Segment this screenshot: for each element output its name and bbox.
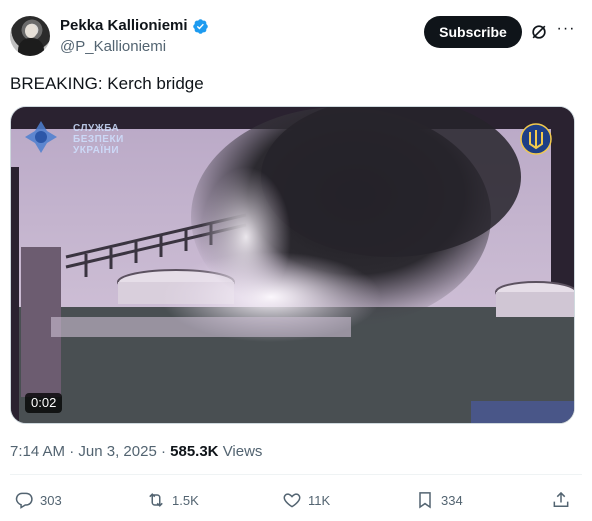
meta-separator: · [160,443,166,460]
reply-icon [15,492,33,509]
repost-icon [149,493,163,507]
watermark-line2: БЕЗПЕКИ [73,134,124,145]
avatar-head [25,24,37,38]
repost-count: 1.5K [172,492,199,508]
views-label: Views [222,443,263,460]
meta-separator: · [69,443,75,460]
watermark-line1: СЛУЖБА [73,123,120,134]
bookmark-icon [419,492,431,509]
share-button[interactable] [551,490,571,510]
video-player[interactable]: СЛУЖБА БЕЗПЕКИ УКРАЇНИ 0:02 [10,106,575,424]
subscribe-button[interactable]: Subscribe [424,16,522,48]
reply-button[interactable]: 303 [14,490,62,510]
bookmark-count: 334 [441,492,463,508]
heart-icon [283,493,301,508]
share-icon [553,491,569,507]
display-name[interactable]: Pekka Kallioniemi [60,16,188,36]
avatar[interactable] [10,16,50,56]
tweet-text: BREAKING: Kerch bridge [10,74,204,93]
more-icon[interactable]: ··· [556,21,576,42]
tweet-time[interactable]: 7:14 AM [10,443,65,460]
tweet-meta: 7:14 AM · Jun 3, 2025 · 585.3K Views [10,442,262,462]
avatar-body [18,38,44,56]
action-bar: 303 1.5K 11K 334 [10,490,582,512]
like-count: 11K [308,492,331,508]
views-count: 585.3K [170,443,219,460]
tweet-date[interactable]: Jun 3, 2025 [78,443,156,460]
video-duration-badge: 0:02 [25,393,63,413]
handle[interactable]: @P_Kallioniemi [60,37,166,57]
bookmark-button[interactable]: 334 [415,490,463,510]
name-row: Pekka Kallioniemi [60,16,209,36]
watermark-line3: УКРАЇНИ [73,145,120,156]
reply-count: 303 [40,492,62,508]
ukraine-trident-badge-icon [520,123,552,155]
watermark-text: СЛУЖБА БЕЗПЕКИ УКРАЇНИ [73,123,124,156]
like-button[interactable]: 11K [282,490,330,510]
verified-badge-icon[interactable] [192,18,209,35]
divider [10,474,582,475]
tweet-header: Pekka Kallioniemi @P_Kallioniemi Subscri… [10,14,582,58]
repost-button[interactable]: 1.5K [146,490,199,510]
grok-icon[interactable] [529,22,549,42]
